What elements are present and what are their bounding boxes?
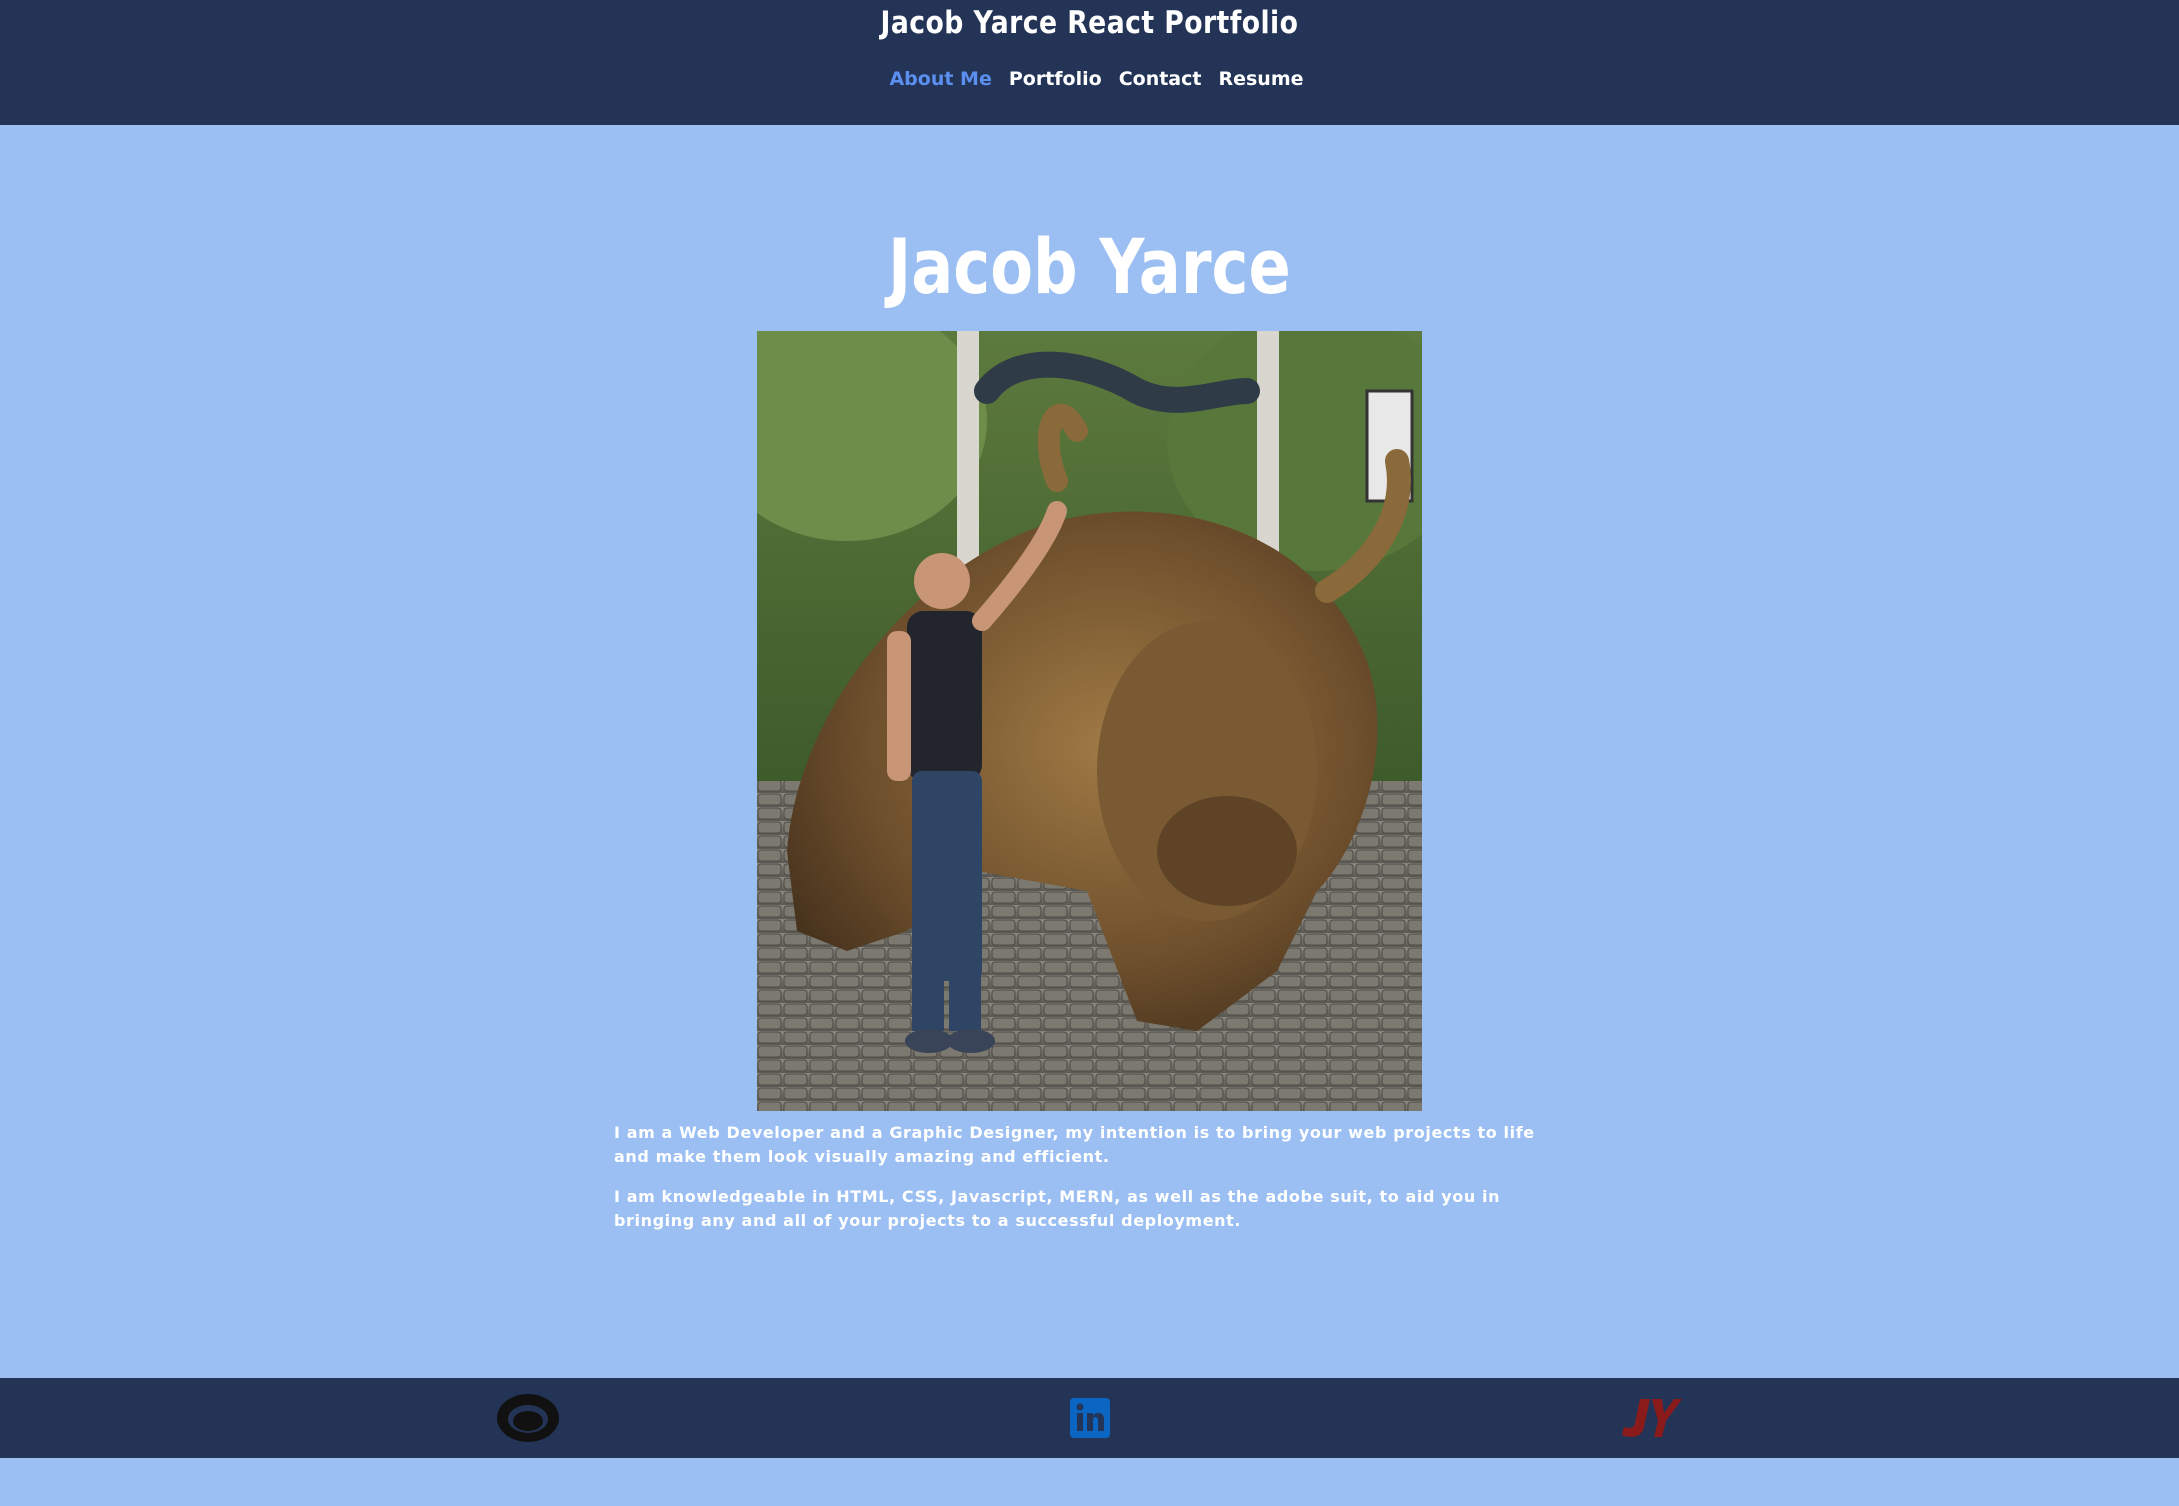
nav-item-resume[interactable]: Resume: [1218, 64, 1303, 94]
bio: I am a Web Developer and a Graphic Desig…: [614, 1121, 1574, 1249]
main-nav: About Me Portfolio Contact Resume: [0, 64, 2179, 94]
page-title: Jacob Yarce: [888, 222, 1291, 311]
linkedin-link[interactable]: [1058, 1390, 1122, 1446]
jy-logo-link[interactable]: [1618, 1390, 1682, 1446]
bio-paragraph: I am knowledgeable in HTML, CSS, Javascr…: [614, 1187, 1501, 1230]
github-icon: [497, 1394, 559, 1442]
linkedin-icon: [1070, 1398, 1110, 1438]
profile-photo-illustration: [757, 331, 1422, 1111]
site-title: Jacob Yarce React Portfolio: [880, 5, 1299, 41]
site-footer: [0, 1378, 2179, 1458]
nav-item-about-me[interactable]: About Me: [889, 64, 991, 94]
jy-logo-icon: [1622, 1399, 1682, 1437]
nav-item-portfolio[interactable]: Portfolio: [1009, 64, 1102, 94]
bio-paragraph: I am a Web Developer and a Graphic Desig…: [614, 1123, 1535, 1166]
nav-item-contact[interactable]: Contact: [1119, 64, 1202, 94]
github-link[interactable]: [496, 1390, 560, 1446]
profile-photo: [757, 331, 1422, 1111]
site-header: Jacob Yarce React Portfolio About Me Por…: [0, 0, 2179, 125]
